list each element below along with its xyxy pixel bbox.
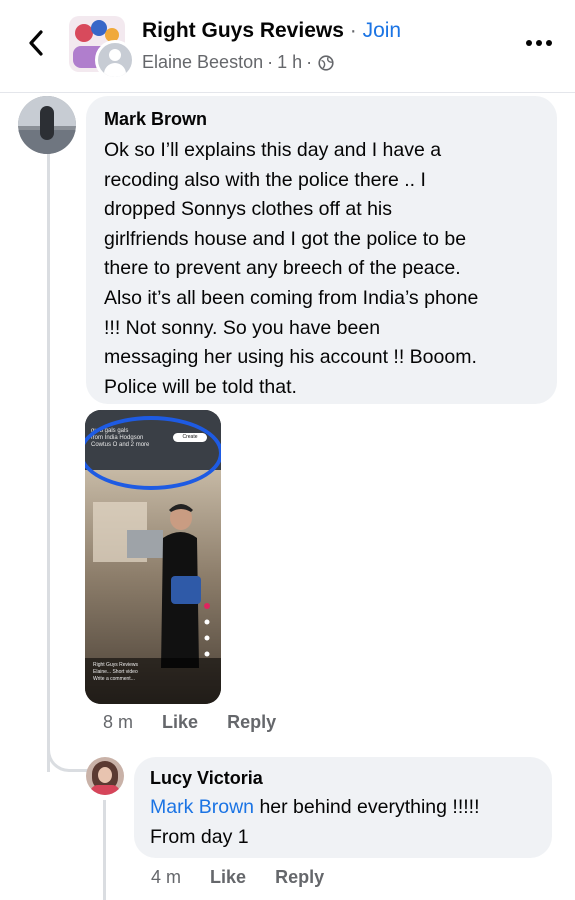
comment-line: girlfriends house and I got the police t… xyxy=(104,227,467,250)
commenter-avatar[interactable] xyxy=(18,96,76,154)
meta-separator-2: · xyxy=(306,52,313,72)
video-side-icons xyxy=(204,603,210,657)
post-time[interactable]: 1 h xyxy=(277,52,302,73)
comment-line: recoding also with the police there .. I xyxy=(104,168,426,191)
more-options-icon[interactable] xyxy=(525,38,553,48)
reply-body: Mark Brown her behind everything !!!!! F… xyxy=(150,793,536,852)
reply-author-avatar[interactable] xyxy=(86,757,124,795)
comment-line: messaging her using his account !! Booom… xyxy=(104,346,477,369)
highlight-circle xyxy=(85,416,221,490)
reply-line: Mark Brown her behind everything !!!!! xyxy=(150,793,536,823)
video-bottom-line: Elaine... Short video xyxy=(93,669,138,675)
post-header: Right Guys Reviews · Join Elaine Beeston… xyxy=(0,0,575,93)
post-meta: Elaine Beeston · 1 h · xyxy=(142,52,334,73)
video-bottom-line: Write a comment... xyxy=(93,676,135,682)
group-name-link[interactable]: Right Guys Reviews xyxy=(142,19,344,42)
comment-line: Police will be told that. xyxy=(104,375,297,398)
reply-time[interactable]: 4 m xyxy=(151,867,181,887)
thread-line xyxy=(47,152,50,772)
header-title: Right Guys Reviews · Join xyxy=(142,19,401,43)
reply-button[interactable]: Reply xyxy=(275,867,324,887)
comment-bubble: Mark Brown Ok so I’ll explains this day … xyxy=(86,96,557,404)
comment-author-link[interactable]: Mark Brown xyxy=(104,108,539,130)
reply-author-link[interactable]: Lucy Victoria xyxy=(150,767,536,789)
mention-link[interactable]: Mark Brown xyxy=(150,796,254,818)
comment-line: Also it’s all been coming from India’s p… xyxy=(104,286,479,309)
comment-line: dropped Sonnys clothes off at his xyxy=(104,198,392,221)
comment-line: !!! Not sonny. So you have been xyxy=(104,316,381,339)
like-button[interactable]: Like xyxy=(210,867,246,887)
person-in-video xyxy=(161,504,201,668)
reply-actions: 4 m Like Reply xyxy=(151,867,324,888)
join-button[interactable]: Join xyxy=(363,19,402,42)
reply-bubble: Lucy Victoria Mark Brown her behind ever… xyxy=(134,757,552,858)
comment-time[interactable]: 8 m xyxy=(103,712,133,732)
globe-icon xyxy=(318,54,334,71)
like-button[interactable]: Like xyxy=(162,712,198,732)
poster-avatar[interactable] xyxy=(95,40,135,80)
back-arrow-icon[interactable] xyxy=(22,26,52,60)
meta-separator: · xyxy=(267,52,274,72)
video-bottom-text: Right Guys Reviews Elaine... Short video… xyxy=(93,662,138,683)
poster-name-link[interactable]: Elaine Beeston xyxy=(142,52,263,73)
comment-line: Ok so I’ll explains this day and I have … xyxy=(104,139,442,161)
reply-line: From day 1 xyxy=(150,825,249,848)
video-bottom-line: Right Guys Reviews xyxy=(93,662,139,668)
comment-actions: 8 m Like Reply xyxy=(103,712,276,733)
comment-body: Ok so I’ll explains this day and I have … xyxy=(104,136,539,402)
comment-line: there to prevent any breech of the peace… xyxy=(104,257,461,280)
thread-line-reply xyxy=(103,800,106,900)
reply-button[interactable]: Reply xyxy=(227,712,276,732)
title-separator: · xyxy=(349,19,357,42)
video-attachment-thumbnail[interactable]: guru gals gals from India Hodgson Cowtus… xyxy=(85,410,221,704)
reply-text: her behind everything !!!!! xyxy=(254,796,480,818)
